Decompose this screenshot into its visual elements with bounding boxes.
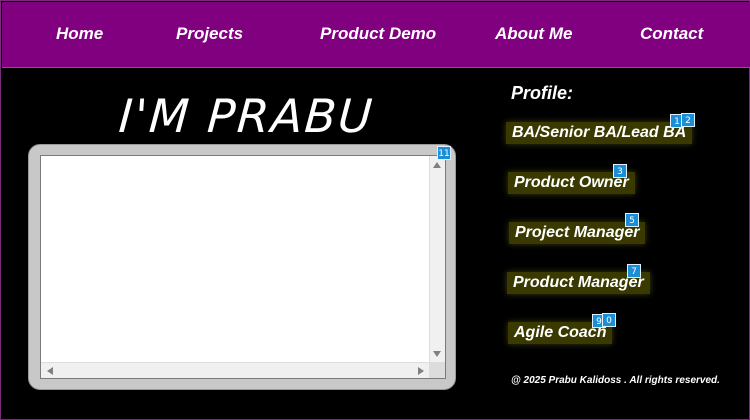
badge-7: 7 bbox=[627, 264, 641, 278]
nav-about-me[interactable]: About Me bbox=[495, 24, 572, 44]
top-nav: Home Projects Product Demo About Me Cont… bbox=[2, 2, 750, 68]
scroll-left-icon[interactable] bbox=[47, 367, 53, 375]
badge-2: 2 bbox=[681, 113, 695, 127]
scroll-right-icon[interactable] bbox=[418, 367, 424, 375]
scroll-down-icon[interactable] bbox=[433, 351, 441, 357]
nav-product-demo[interactable]: Product Demo bbox=[320, 24, 436, 44]
nav-home[interactable]: Home bbox=[56, 24, 103, 44]
frame-viewport[interactable] bbox=[40, 155, 446, 379]
nav-contact[interactable]: Contact bbox=[640, 24, 703, 44]
badge-5: 5 bbox=[625, 213, 639, 227]
badge-3: 3 bbox=[613, 164, 627, 178]
profile-title: Profile: bbox=[511, 83, 574, 103]
badge-11: 11 bbox=[437, 146, 451, 160]
badge-0: 0 bbox=[602, 313, 616, 327]
embedded-frame bbox=[28, 144, 456, 390]
scroll-corner bbox=[429, 362, 445, 378]
nav-projects[interactable]: Projects bbox=[176, 24, 243, 44]
footer-copyright: @ 2025 Prabu Kalidoss . All rights reser… bbox=[511, 375, 720, 386]
hero-title: I'M PRABU bbox=[117, 89, 376, 143]
horizontal-scrollbar[interactable] bbox=[41, 362, 430, 378]
scroll-up-icon[interactable] bbox=[433, 162, 441, 168]
vertical-scrollbar[interactable] bbox=[429, 156, 445, 363]
role-ba-lead[interactable]: BA/Senior BA/Lead BA bbox=[506, 122, 693, 144]
page-frame: Home Projects Product Demo About Me Cont… bbox=[0, 0, 750, 420]
